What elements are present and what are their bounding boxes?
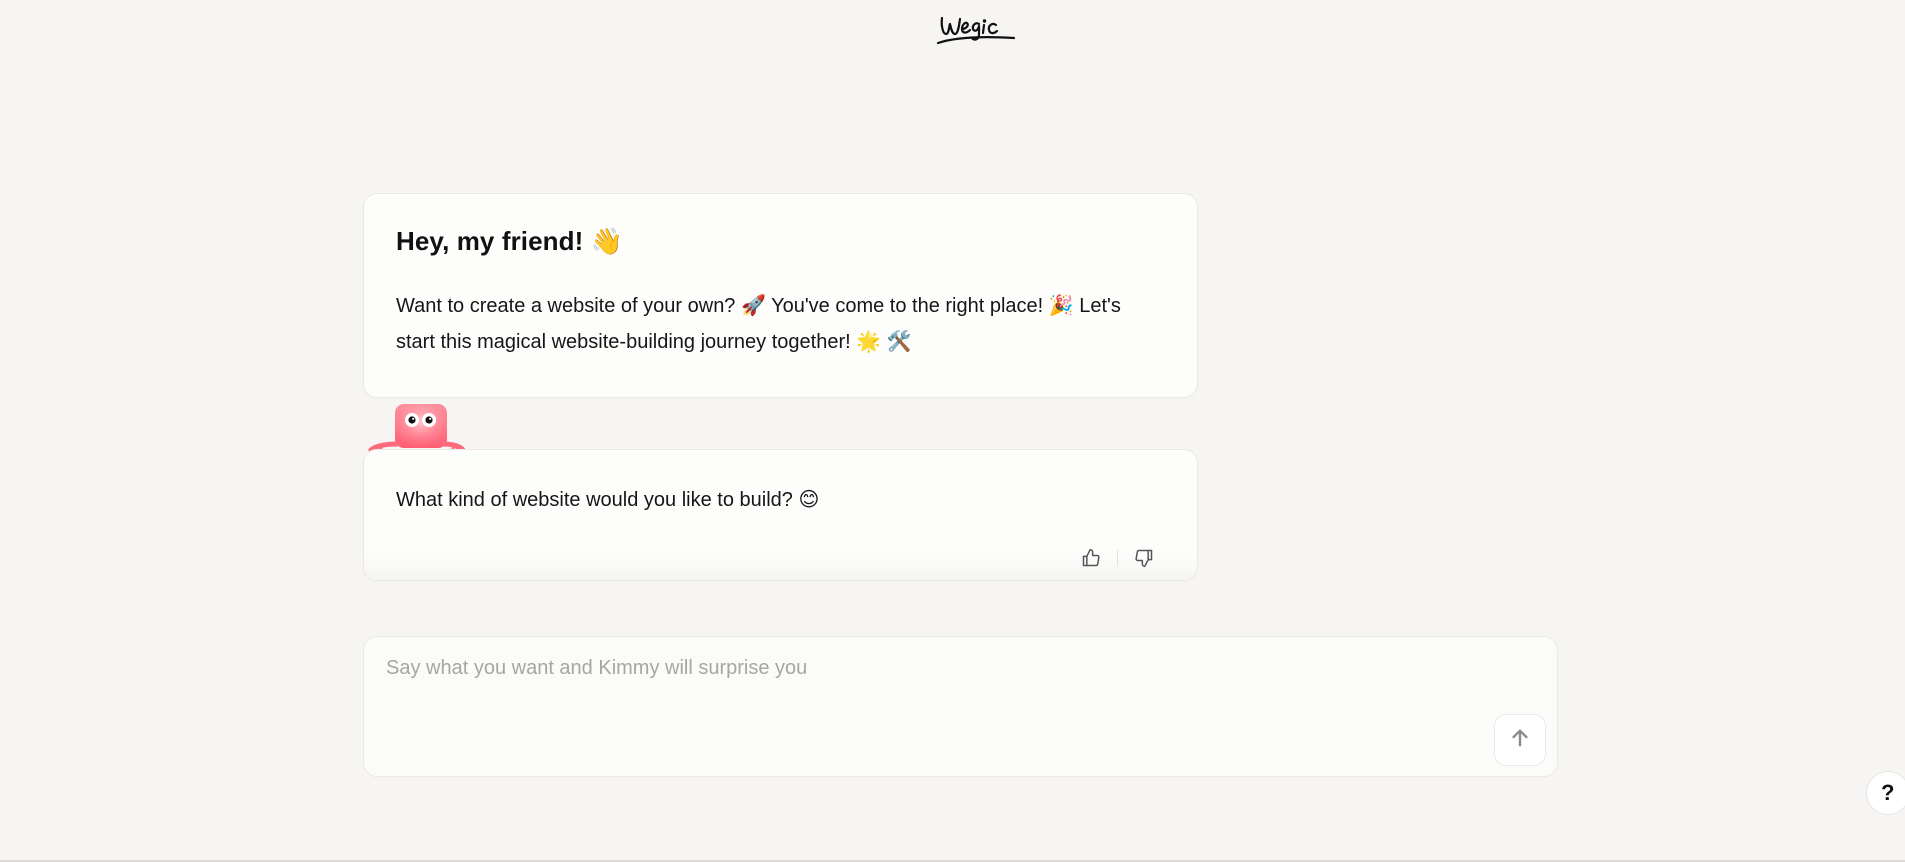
help-button[interactable]: ? xyxy=(1866,771,1905,815)
question-text: What kind of website would you like to b… xyxy=(396,489,820,511)
wegic-logo[interactable] xyxy=(936,10,1016,50)
message-feedback xyxy=(1078,545,1157,571)
send-button[interactable] xyxy=(1494,714,1546,766)
prompt-input[interactable] xyxy=(384,651,1468,745)
greeting-message-card: Hey, my friend! 👋 Want to create a websi… xyxy=(363,193,1198,398)
help-label: ? xyxy=(1881,780,1895,805)
greeting-body: Want to create a website of your own? 🚀 … xyxy=(396,295,1121,353)
feedback-divider xyxy=(1117,550,1118,566)
thumbs-up-icon[interactable] xyxy=(1078,545,1104,571)
thumbs-down-icon[interactable] xyxy=(1131,545,1157,571)
prompt-composer xyxy=(363,636,1558,777)
question-message-card: What kind of website would you like to b… xyxy=(363,449,1198,581)
arrow-up-icon xyxy=(1509,727,1531,754)
greeting-title: Hey, my friend! 👋 xyxy=(396,226,624,256)
